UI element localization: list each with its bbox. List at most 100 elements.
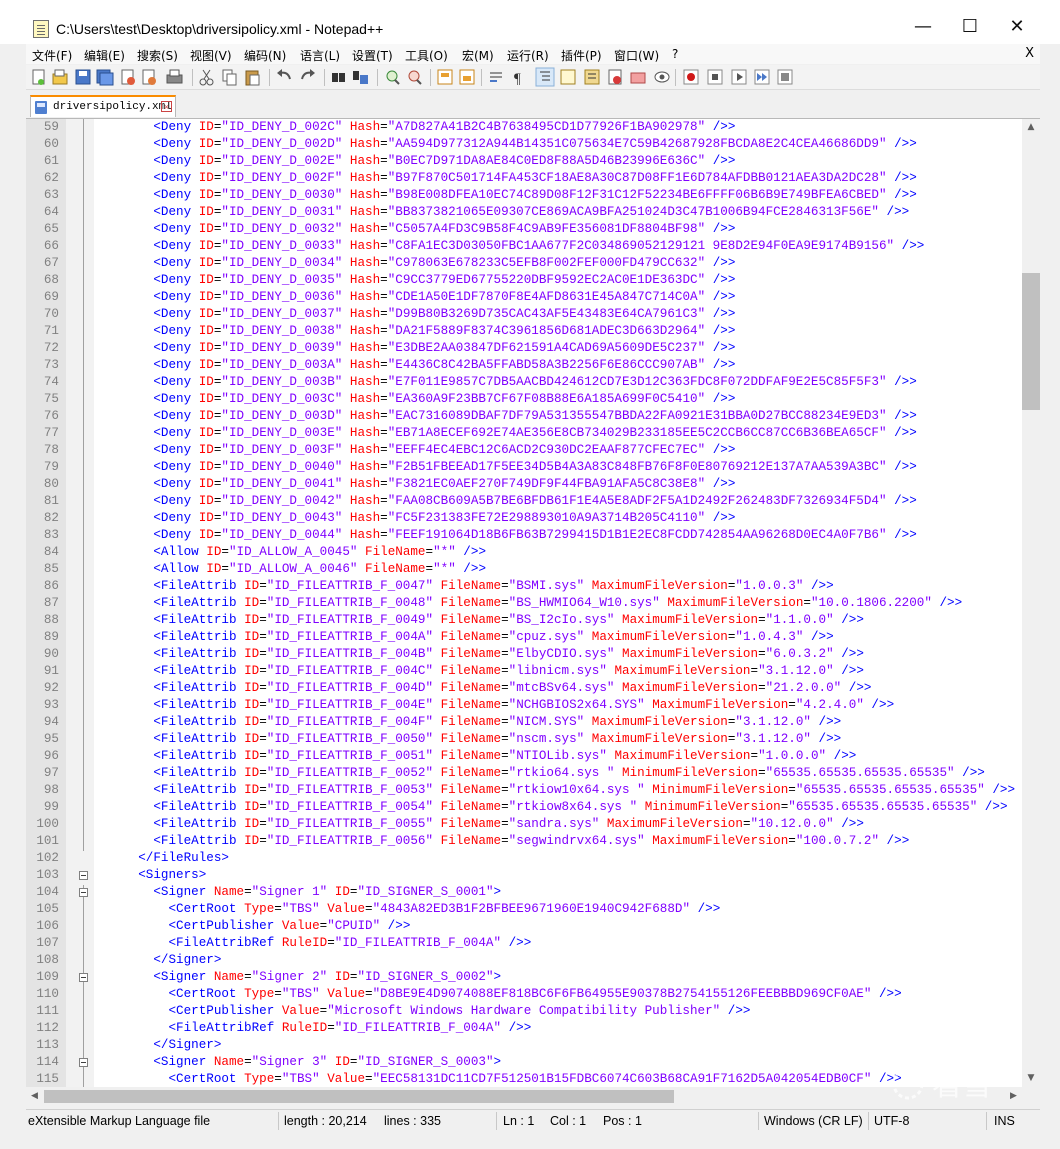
redo-icon[interactable] <box>301 69 315 80</box>
sync-horizontal-icon[interactable] <box>459 69 475 85</box>
save-icon[interactable] <box>75 69 91 85</box>
xml-tag: FileAttrib <box>160 715 237 729</box>
code-editor[interactable]: 59 <Deny ID="ID_DENY_D_002C" Hash="A7D82… <box>26 119 1022 1087</box>
menu-macro[interactable]: 宏(M) <box>462 47 494 64</box>
xml-tag: Allow <box>160 562 199 576</box>
xml-attribute-name: ID <box>334 1055 350 1069</box>
menu-plugins[interactable]: 插件(P) <box>561 47 602 64</box>
menu-window[interactable]: 窗口(W) <box>614 47 659 64</box>
maximize-button[interactable]: ☐ <box>947 10 993 44</box>
horizontal-scroll-thumb[interactable] <box>44 1090 674 1103</box>
xml-attribute-value: Signer 3 <box>259 1055 320 1069</box>
line-number: 95 <box>43 732 59 746</box>
zoom-in-icon[interactable] <box>386 70 400 85</box>
line-number: 111 <box>36 1004 59 1018</box>
close-icon[interactable] <box>121 69 135 85</box>
xml-attribute-name: ID <box>198 222 214 236</box>
menu-file[interactable]: 文件(F) <box>32 47 72 64</box>
function-list-icon[interactable] <box>584 69 600 85</box>
code-text: <FileAttrib ID="ID_FILEATTRIB_F_004A" Fi… <box>108 629 833 646</box>
xml-attribute-name: ID <box>244 800 260 814</box>
xml-attribute-name: Hash <box>349 171 381 185</box>
xml-tag: Signers <box>145 868 199 882</box>
doc-map-icon[interactable] <box>560 69 576 85</box>
fold-toggle-icon[interactable] <box>79 888 88 897</box>
menu-settings[interactable]: 设置(T) <box>352 47 393 64</box>
xml-tag: Deny <box>160 324 192 338</box>
show-all-chars-icon[interactable]: ¶ <box>514 71 521 87</box>
save-macro-icon[interactable] <box>777 69 793 85</box>
menu-run[interactable]: 运行(R) <box>507 47 549 64</box>
status-separator <box>758 1112 759 1130</box>
line-number: 103 <box>36 868 59 882</box>
folder-workspace-icon[interactable] <box>608 69 622 85</box>
xml-tag-end: /> <box>705 324 728 338</box>
vertical-scrollbar[interactable] <box>1022 119 1040 1087</box>
status-encoding: UTF-8 <box>874 1114 910 1128</box>
xml-tag-end: /> <box>690 902 713 916</box>
xml-attribute-name: Hash <box>349 375 381 389</box>
play-macro-icon[interactable] <box>731 69 747 85</box>
line-number: 88 <box>43 613 59 627</box>
word-wrap-icon[interactable] <box>490 72 502 82</box>
xml-attribute-name: MinimumFileVersion <box>652 783 789 797</box>
close-document-button[interactable]: X <box>1025 46 1034 61</box>
record-macro-icon[interactable] <box>683 69 699 85</box>
code-text: <CertRoot Type="TBS" Value="EEC58131DC11… <box>108 1071 901 1087</box>
xml-attribute-name: Hash <box>349 273 381 287</box>
open-file-icon[interactable] <box>52 69 68 85</box>
close-window-button[interactable]: ✕ <box>994 10 1040 44</box>
code-text: <Deny ID="ID_DENY_D_0033" Hash="C8FA1EC3… <box>108 238 924 255</box>
menu-view[interactable]: 视图(V) <box>190 47 232 64</box>
menu-search[interactable]: 搜索(S) <box>137 47 178 64</box>
tab-close-icon[interactable]: × <box>161 101 172 112</box>
xml-attribute-name: MaximumFileVersion <box>667 596 804 610</box>
code-text: <Deny ID="ID_DENY_D_0043" Hash="FC5F2313… <box>108 510 735 527</box>
sync-vertical-icon[interactable] <box>437 69 453 85</box>
xml-attribute-value: ID_DENY_D_0034 <box>228 256 335 270</box>
xml-attribute-value: EEFF4EC4EBC12C6ACD2C930DC2EAAF877CFEC7EC <box>395 443 698 457</box>
undo-icon[interactable] <box>277 69 291 80</box>
menu-language[interactable]: 语言(L) <box>300 47 340 64</box>
code-line: 106 <CertPublisher Value="CPUID" />> <box>26 918 1022 935</box>
menu-encoding[interactable]: 编码(N) <box>244 47 286 64</box>
menu-tools[interactable]: 工具(O) <box>405 47 448 64</box>
scroll-left-icon[interactable]: ◀ <box>26 1087 43 1106</box>
status-insert-mode: INS <box>994 1114 1015 1128</box>
minimize-button[interactable]: — <box>900 10 946 44</box>
print-icon[interactable] <box>166 69 183 84</box>
indent-guide-icon[interactable] <box>535 67 555 87</box>
stop-record-icon[interactable] <box>707 69 723 85</box>
xml-attribute-name: ID <box>198 341 214 355</box>
code-line: 103 <Signers> <box>26 867 1022 884</box>
fold-toggle-icon[interactable] <box>79 871 88 880</box>
run-macro-multiple-icon[interactable] <box>754 69 770 85</box>
scroll-down-icon[interactable]: ▼ <box>1022 1070 1040 1087</box>
paste-icon[interactable] <box>245 70 260 86</box>
xml-attribute-value: E7F011E9857C7DB5AACBD424612CD7E3D12C363F… <box>395 375 879 389</box>
doc-switcher-icon[interactable] <box>630 72 646 84</box>
cut-icon[interactable] <box>199 69 214 86</box>
find-icon[interactable] <box>332 73 345 82</box>
tab-driversipolicy[interactable]: driversipolicy.xml × <box>30 95 176 117</box>
replace-icon[interactable] <box>353 71 368 84</box>
copy-icon[interactable] <box>222 69 237 86</box>
menu-bar: 文件(F) 编辑(E) 搜索(S) 视图(V) 编码(N) 语言(L) 设置(T… <box>26 44 1040 64</box>
close-all-icon[interactable] <box>142 69 156 85</box>
menu-help[interactable]: ? <box>672 47 678 61</box>
menu-edit[interactable]: 编辑(E) <box>84 47 125 64</box>
scroll-up-icon[interactable]: ▲ <box>1022 119 1040 136</box>
line-number: 67 <box>43 256 59 270</box>
save-all-icon[interactable] <box>96 69 114 86</box>
fold-toggle-icon[interactable] <box>79 1058 88 1067</box>
new-file-icon[interactable] <box>32 69 45 85</box>
zoom-out-icon[interactable] <box>408 70 422 85</box>
monitoring-icon[interactable] <box>654 71 670 83</box>
vertical-scroll-thumb[interactable] <box>1022 273 1040 410</box>
fold-toggle-icon[interactable] <box>79 973 88 982</box>
xml-tag: Deny <box>160 375 192 389</box>
line-number: 105 <box>36 902 59 916</box>
xml-attribute-name: MaximumFileVersion <box>606 817 743 831</box>
